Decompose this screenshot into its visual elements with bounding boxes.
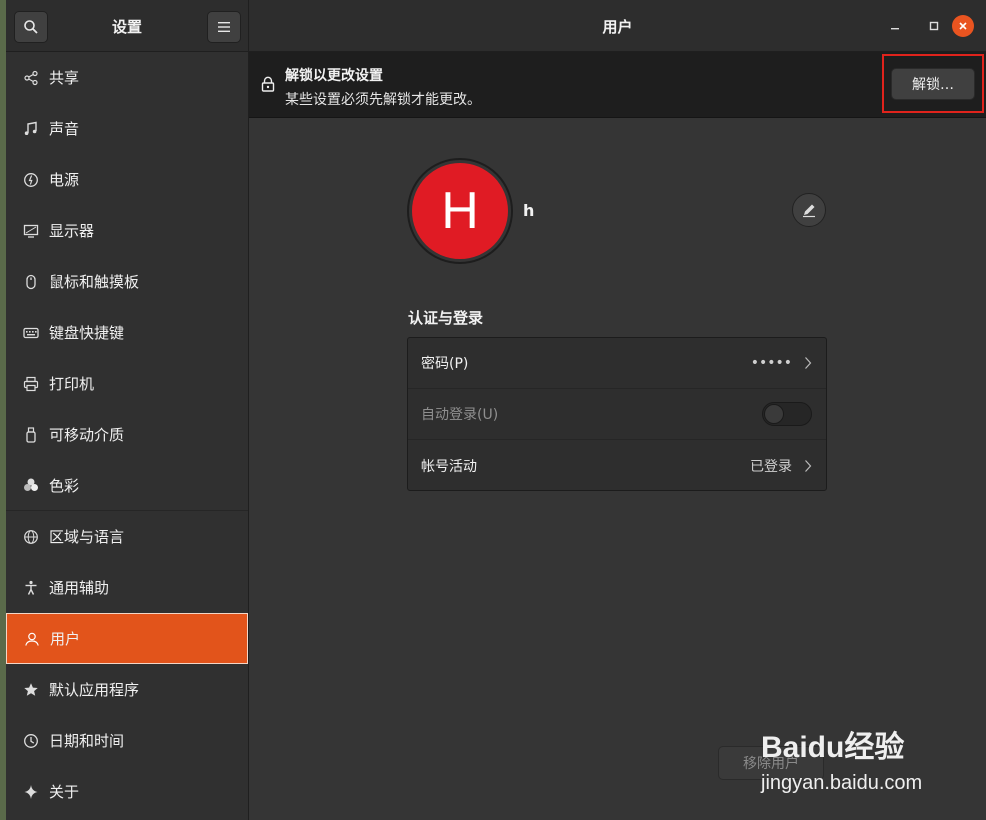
infobar-subtitle: 某些设置必须先解锁才能更改。 xyxy=(285,92,481,108)
mouse-icon xyxy=(22,273,40,291)
main-header: 用户 xyxy=(249,0,986,52)
hamburger-menu-icon xyxy=(218,22,230,32)
auth-section-title: 认证与登录 xyxy=(408,309,484,327)
color-icon xyxy=(22,476,40,494)
sidebar-item-label: 共享 xyxy=(49,69,80,87)
sidebar-item-sound[interactable]: 声音 xyxy=(6,103,248,154)
accessibility-icon xyxy=(22,579,40,597)
settings-window: 设置 用户 共享 声音 电源 显示器 鼠标和触摸板 键盘快捷键 打印机 可移动介… xyxy=(6,0,986,820)
sidebar-item-printers[interactable]: 打印机 xyxy=(6,358,248,409)
star-icon xyxy=(22,681,40,699)
sidebar-item-sharing[interactable]: 共享 xyxy=(6,52,248,103)
avatar: H xyxy=(412,163,508,259)
sidebar-item-label: 声音 xyxy=(49,120,80,138)
pencil-icon xyxy=(803,204,815,218)
lock-icon xyxy=(261,76,275,96)
sidebar-item-label: 色彩 xyxy=(49,476,80,495)
globe-icon xyxy=(22,528,40,546)
menu-button[interactable] xyxy=(207,11,241,43)
sidebar-item-color[interactable]: 色彩 xyxy=(6,460,248,511)
row-label: 密码(P) xyxy=(421,356,469,372)
sidebar-item-users[interactable]: 用户 xyxy=(6,613,248,664)
password-row[interactable]: 密码(P) ••••• xyxy=(408,338,826,389)
sidebar-header: 设置 xyxy=(6,0,249,52)
row-label: 自动登录(U) xyxy=(421,407,499,423)
auto-login-switch[interactable] xyxy=(762,402,812,426)
edit-name-button[interactable] xyxy=(792,193,826,227)
sidebar-item-label: 用户 xyxy=(50,630,81,648)
sidebar-item-label: 通用辅助 xyxy=(49,579,110,597)
username-label: h xyxy=(523,201,535,220)
close-icon xyxy=(959,22,967,30)
account-activity-row[interactable]: 帐号活动 已登录 xyxy=(408,440,826,491)
share-icon xyxy=(22,69,40,87)
sidebar-item-accessibility[interactable]: 通用辅助 xyxy=(6,562,248,613)
display-icon xyxy=(22,222,40,240)
auto-login-row: 自动登录(U) xyxy=(408,389,826,440)
sidebar-item-displays[interactable]: 显示器 xyxy=(6,205,248,256)
sidebar-item-label: 电源 xyxy=(49,171,80,189)
printer-icon xyxy=(22,375,40,393)
search-button[interactable] xyxy=(14,11,48,43)
music-note-icon xyxy=(22,120,40,138)
search-icon xyxy=(24,20,38,34)
chevron-right-icon xyxy=(805,459,812,472)
sidebar-item-label: 可移动介质 xyxy=(49,426,125,444)
usb-drive-icon xyxy=(22,426,40,444)
sidebar-item-label: 默认应用程序 xyxy=(49,681,140,699)
chevron-right-icon xyxy=(805,357,812,369)
sidebar-item-label: 鼠标和触摸板 xyxy=(49,273,140,291)
unlock-infobar: 解锁以更改设置 某些设置必须先解锁才能更改。 解锁… xyxy=(249,52,986,118)
close-button[interactable] xyxy=(952,15,974,37)
minimize-icon xyxy=(891,28,899,30)
power-icon xyxy=(22,171,40,189)
sidebar-item-removable-media[interactable]: 可移动介质 xyxy=(6,409,248,460)
user-icon xyxy=(23,630,41,648)
sidebar-item-label: 键盘快捷键 xyxy=(49,324,125,342)
switch-knob xyxy=(764,404,784,424)
sidebar-item-power[interactable]: 电源 xyxy=(6,154,248,205)
auth-list: 密码(P) ••••• 自动登录(U) 帐号活动 已登录 xyxy=(407,337,827,491)
page-title: 用户 xyxy=(602,18,633,36)
sidebar-item-label: 打印机 xyxy=(49,375,95,393)
row-label: 帐号活动 xyxy=(421,458,477,475)
maximize-icon xyxy=(929,21,939,31)
sidebar-item-label: 区域与语言 xyxy=(49,528,125,546)
sidebar-item-label: 关于 xyxy=(49,783,80,801)
maximize-button[interactable] xyxy=(923,15,945,37)
sidebar-item-about[interactable]: 关于 xyxy=(6,766,248,817)
clock-icon xyxy=(22,732,40,750)
sidebar-title: 设置 xyxy=(111,18,142,36)
avatar-button[interactable]: H xyxy=(407,158,513,264)
sidebar: 共享 声音 电源 显示器 鼠标和触摸板 键盘快捷键 打印机 可移动介质 色彩 区… xyxy=(6,52,249,820)
password-value: ••••• xyxy=(750,355,792,371)
activity-value: 已登录 xyxy=(750,458,792,475)
minimize-button[interactable] xyxy=(884,15,906,37)
sidebar-item-mouse[interactable]: 鼠标和触摸板 xyxy=(6,256,248,307)
sidebar-item-region-language[interactable]: 区域与语言 xyxy=(6,511,248,562)
sidebar-item-default-apps[interactable]: 默认应用程序 xyxy=(6,664,248,715)
sparkle-icon xyxy=(22,783,40,801)
keyboard-icon xyxy=(22,324,40,342)
sidebar-item-date-time[interactable]: 日期和时间 xyxy=(6,715,248,766)
sidebar-item-keyboard[interactable]: 键盘快捷键 xyxy=(6,307,248,358)
sidebar-item-label: 日期和时间 xyxy=(49,732,125,750)
remove-user-button[interactable]: 移除用户 xyxy=(718,746,824,780)
highlight-box xyxy=(882,54,984,113)
sidebar-item-label: 显示器 xyxy=(49,222,95,240)
infobar-title: 解锁以更改设置 xyxy=(285,68,383,84)
